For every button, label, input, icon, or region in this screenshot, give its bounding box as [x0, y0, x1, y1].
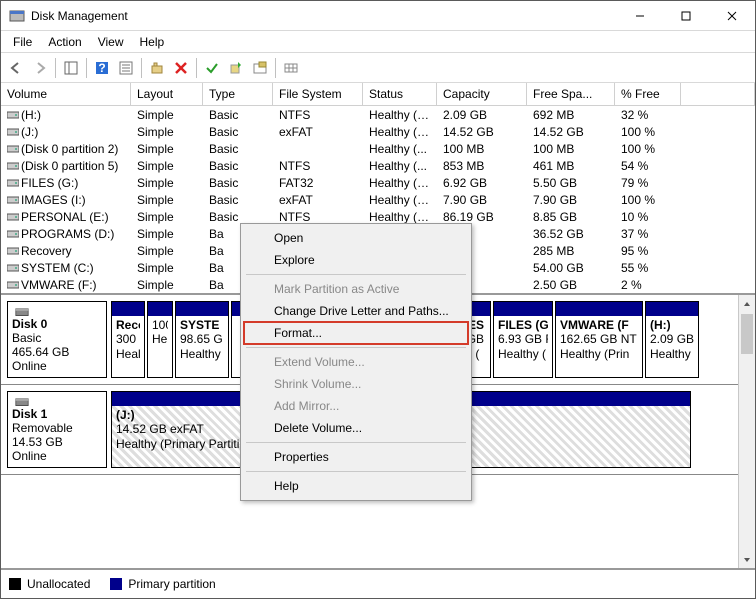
scroll-down-button[interactable]	[739, 551, 755, 568]
volume-row[interactable]: (J:)SimpleBasicexFATHealthy (P...14.52 G…	[1, 123, 755, 140]
context-menu-separator	[246, 347, 466, 348]
menu-item-help[interactable]: Help	[132, 33, 173, 51]
vertical-scrollbar[interactable]	[738, 295, 755, 568]
menubar: FileActionViewHelp	[1, 31, 755, 53]
column-header-filesystem[interactable]: File System	[273, 83, 363, 105]
delete-button[interactable]	[170, 57, 192, 79]
partition[interactable]: SYSTE98.65 GHealthy	[175, 301, 229, 378]
legend-swatch-blue	[110, 578, 122, 590]
show-tree-button[interactable]	[60, 57, 82, 79]
volume-row[interactable]: (Disk 0 partition 2)SimpleBasicHealthy (…	[1, 140, 755, 157]
context-item-change-drive-letter-and-paths[interactable]: Change Drive Letter and Paths...	[244, 300, 468, 322]
column-header-volume[interactable]: Volume	[1, 83, 131, 105]
scroll-up-button[interactable]	[739, 295, 755, 312]
context-item-explore[interactable]: Explore	[244, 249, 468, 271]
disk-management-window: Disk Management FileActionViewHelp ? Vol…	[0, 0, 756, 599]
column-header-type[interactable]: Type	[203, 83, 273, 105]
scroll-thumb[interactable]	[741, 314, 753, 354]
context-item-add-mirror: Add Mirror...	[244, 395, 468, 417]
context-item-mark-partition-as-active: Mark Partition as Active	[244, 278, 468, 300]
column-header-freespace[interactable]: Free Spa...	[527, 83, 615, 105]
add-button[interactable]	[225, 57, 247, 79]
menu-item-action[interactable]: Action	[40, 33, 89, 51]
svg-text:?: ?	[98, 61, 105, 75]
context-menu-separator	[246, 471, 466, 472]
column-header-pctfree[interactable]: % Free	[615, 83, 681, 105]
forward-button[interactable]	[29, 57, 51, 79]
window-title: Disk Management	[31, 9, 617, 23]
context-menu[interactable]: OpenExplore Mark Partition as ActiveChang…	[240, 223, 472, 501]
titlebar: Disk Management	[1, 1, 755, 31]
volume-list-header[interactable]: Volume Layout Type File System Status Ca…	[1, 83, 755, 106]
column-header-extra[interactable]	[681, 83, 755, 105]
back-button[interactable]	[5, 57, 27, 79]
context-menu-separator	[246, 442, 466, 443]
partition[interactable]: Reco300 MHeal	[111, 301, 145, 378]
toolbar-separator	[141, 58, 142, 78]
legend-unallocated: Unallocated	[9, 577, 90, 591]
partition[interactable]: 100He	[147, 301, 173, 378]
context-menu-separator	[246, 274, 466, 275]
legend-label-unallocated: Unallocated	[27, 577, 90, 591]
context-item-help[interactable]: Help	[244, 475, 468, 497]
toolbar-separator	[196, 58, 197, 78]
column-header-capacity[interactable]: Capacity	[437, 83, 527, 105]
context-item-delete-volume[interactable]: Delete Volume...	[244, 417, 468, 439]
legend: Unallocated Primary partition	[1, 568, 755, 598]
partition[interactable]: FILES (G6.93 GB FHealthy (	[493, 301, 553, 378]
volume-row[interactable]: FILES (G:)SimpleBasicFAT32Healthy (P...6…	[1, 174, 755, 191]
disk-header[interactable]: Disk 0Basic465.64 GBOnline	[7, 301, 107, 378]
toolbar-separator	[55, 58, 56, 78]
export-button[interactable]	[249, 57, 271, 79]
maximize-button[interactable]	[663, 1, 709, 30]
toolbar-separator	[275, 58, 276, 78]
context-item-format[interactable]: Format...	[244, 322, 468, 344]
volume-row[interactable]: (H:)SimpleBasicNTFSHealthy (P...2.09 GB6…	[1, 106, 755, 123]
context-item-properties[interactable]: Properties	[244, 446, 468, 468]
legend-swatch-black	[9, 578, 21, 590]
action-list-button[interactable]	[115, 57, 137, 79]
legend-label-primary: Primary partition	[128, 577, 215, 591]
grid-button[interactable]	[280, 57, 302, 79]
app-icon	[9, 8, 25, 24]
disk-header[interactable]: Disk 1Removable14.53 GBOnline	[7, 391, 107, 468]
toolbar-separator	[86, 58, 87, 78]
close-button[interactable]	[709, 1, 755, 30]
toolbar: ?	[1, 53, 755, 83]
volume-row[interactable]: (Disk 0 partition 5)SimpleBasicNTFSHealt…	[1, 157, 755, 174]
context-item-shrink-volume: Shrink Volume...	[244, 373, 468, 395]
partition[interactable]: (H:)2.09 GBHealthy	[645, 301, 699, 378]
menu-item-view[interactable]: View	[90, 33, 132, 51]
volume-row[interactable]: IMAGES (I:)SimpleBasicexFATHealthy (P...…	[1, 191, 755, 208]
menu-item-file[interactable]: File	[5, 33, 40, 51]
properties-button[interactable]	[146, 57, 168, 79]
column-header-status[interactable]: Status	[363, 83, 437, 105]
minimize-button[interactable]	[617, 1, 663, 30]
partition[interactable]: VMWARE (F162.65 GB NTHealthy (Prin	[555, 301, 643, 378]
help-button[interactable]: ?	[91, 57, 113, 79]
check-button[interactable]	[201, 57, 223, 79]
context-item-extend-volume: Extend Volume...	[244, 351, 468, 373]
context-item-open[interactable]: Open	[244, 227, 468, 249]
column-header-layout[interactable]: Layout	[131, 83, 203, 105]
legend-primary: Primary partition	[110, 577, 215, 591]
